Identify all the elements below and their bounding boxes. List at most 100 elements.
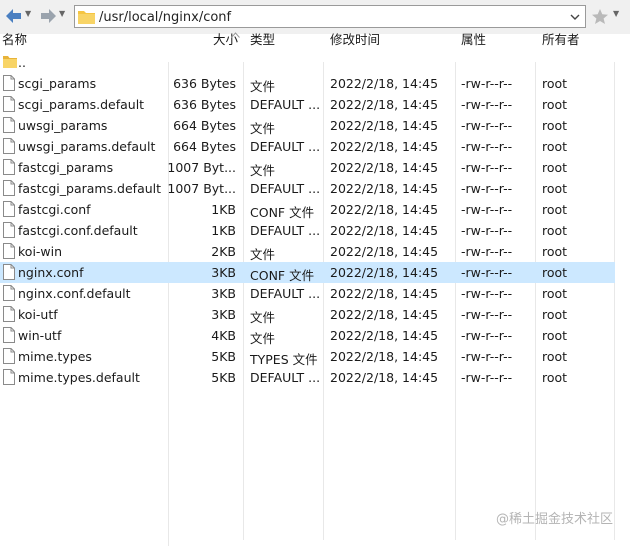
file-attributes: -rw-r--r--: [461, 160, 513, 175]
file-row[interactable]: koi-utf 3KB 文件 2022/2/18, 14:45 -rw-r--r-- ro…: [0, 304, 615, 325]
file-row[interactable]: mime.types 5KB TYPES 文件 2022/2/18, 14:45 -rw…: [0, 346, 615, 367]
file-row[interactable]: fastcgi_params.default 1007 Byt... DEFAULT…: [0, 178, 615, 199]
file-row[interactable]: nginx.conf.default 3KB DEFAULT ... 2022/2/1…: [0, 283, 615, 304]
watermark: @稀土掘金技术社区: [496, 512, 614, 527]
file-size: 5KB: [211, 370, 236, 385]
file-owner: root: [542, 181, 568, 196]
path-text: /usr/local/nginx/conf: [99, 10, 232, 25]
file-row[interactable]: win-utf 4KB 文件 2022/2/18, 14:45 -rw-r--r-- ro…: [0, 325, 615, 346]
file-modified: 2022/2/18, 14:45: [330, 265, 439, 280]
file-attributes: -rw-r--r--: [461, 370, 513, 385]
file-attributes: -rw-r--r--: [461, 349, 513, 364]
file-attributes: -rw-r--r--: [461, 307, 513, 322]
file-size: 3KB: [211, 286, 236, 301]
file-type: DEFAULT ...: [250, 223, 321, 238]
file-owner: root: [542, 328, 568, 343]
back-history-chevron-icon[interactable]: ▼: [25, 9, 31, 18]
file-size: 664 Bytes: [173, 139, 236, 154]
file-size: 1KB: [211, 202, 236, 217]
file-row[interactable]: scgi_params 636 Bytes 文件 2022/2/18, 14:45 -r…: [0, 73, 615, 94]
file-size: 1KB: [211, 223, 236, 238]
parent-directory-label: ..: [18, 55, 26, 70]
file-owner: root: [542, 76, 568, 91]
file-modified: 2022/2/18, 14:45: [330, 202, 439, 217]
file-modified: 2022/2/18, 14:45: [330, 223, 439, 238]
file-size: 636 Bytes: [173, 97, 236, 112]
file-row[interactable]: koi-win 2KB 文件 2022/2/18, 14:45 -rw-r--r-- ro…: [0, 241, 615, 262]
file-icon: [3, 201, 15, 217]
file-name: nginx.conf: [18, 265, 84, 280]
file-icon: [3, 96, 15, 112]
file-name: mime.types.default: [18, 370, 140, 385]
file-owner: root: [542, 202, 568, 217]
file-size: 664 Bytes: [173, 118, 236, 133]
file-attributes: -rw-r--r--: [461, 244, 513, 259]
file-attributes: -rw-r--r--: [461, 223, 513, 238]
sort-ascending-icon: [231, 26, 240, 38]
file-modified: 2022/2/18, 14:45: [330, 181, 439, 196]
file-name: fastcgi.conf: [18, 202, 91, 217]
file-owner: root: [542, 265, 568, 280]
file-type: CONF 文件: [250, 205, 315, 220]
file-owner: root: [542, 286, 568, 301]
file-name: fastcgi.conf.default: [18, 223, 138, 238]
chevron-down-icon[interactable]: [569, 11, 581, 23]
file-row[interactable]: fastcgi.conf 1KB CONF 文件 2022/2/18, 14:45 -r…: [0, 199, 615, 220]
file-icon: [3, 243, 15, 259]
file-type: 文件: [250, 163, 276, 178]
file-row[interactable]: fastcgi.conf.default 1KB DEFAULT ... 2022/2…: [0, 220, 615, 241]
file-owner: root: [542, 139, 568, 154]
file-icon: [3, 159, 15, 175]
file-owner: root: [542, 349, 568, 364]
parent-directory-row[interactable]: ..: [0, 52, 615, 73]
file-type: DEFAULT ...: [250, 139, 321, 154]
file-attributes: -rw-r--r--: [461, 76, 513, 91]
forward-history-chevron-icon[interactable]: ▼: [59, 9, 65, 18]
file-attributes: -rw-r--r--: [461, 139, 513, 154]
file-row[interactable]: uwsgi_params.default 664 Bytes DEFAULT ...…: [0, 136, 615, 157]
forward-arrow-icon[interactable]: [38, 6, 58, 26]
file-attributes: -rw-r--r--: [461, 181, 513, 196]
file-type: CONF 文件: [250, 268, 315, 283]
file-modified: 2022/2/18, 14:45: [330, 160, 439, 175]
file-attributes: -rw-r--r--: [461, 118, 513, 133]
file-name: win-utf: [18, 328, 62, 343]
path-input[interactable]: /usr/local/nginx/conf: [74, 5, 586, 28]
file-type: DEFAULT ...: [250, 370, 321, 385]
file-modified: 2022/2/18, 14:45: [330, 286, 439, 301]
file-size: 4KB: [211, 328, 236, 343]
file-owner: root: [542, 307, 568, 322]
file-modified: 2022/2/18, 14:45: [330, 118, 439, 133]
back-arrow-icon[interactable]: [4, 6, 24, 26]
star-icon[interactable]: [590, 7, 610, 27]
file-row[interactable]: fastcgi_params 1007 Byt... 文件 2022/2/18, 14…: [0, 157, 615, 178]
file-icon: [3, 138, 15, 154]
file-icon: [3, 264, 15, 280]
file-icon: [3, 285, 15, 301]
bookmark-chevron-icon[interactable]: ▼: [613, 9, 619, 18]
file-modified: 2022/2/18, 14:45: [330, 76, 439, 91]
file-icon: [3, 306, 15, 322]
file-size: 3KB: [211, 265, 236, 280]
file-attributes: -rw-r--r--: [461, 286, 513, 301]
file-size: 5KB: [211, 349, 236, 364]
file-attributes: -rw-r--r--: [461, 97, 513, 112]
file-type: 文件: [250, 121, 276, 136]
file-name: uwsgi_params: [18, 118, 108, 133]
file-row[interactable]: mime.types.default 5KB DEFAULT ... 2022/2/1…: [0, 367, 615, 388]
file-icon: [3, 369, 15, 385]
file-row[interactable]: nginx.conf 3KB CONF 文件 2022/2/18, 14:45 -rw-…: [0, 262, 615, 283]
file-name: scgi_params: [18, 76, 97, 91]
file-icon: [3, 348, 15, 364]
file-modified: 2022/2/18, 14:45: [330, 244, 439, 259]
file-attributes: -rw-r--r--: [461, 328, 513, 343]
file-type: DEFAULT ...: [250, 181, 321, 196]
file-modified: 2022/2/18, 14:45: [330, 139, 439, 154]
file-modified: 2022/2/18, 14:45: [330, 307, 439, 322]
file-row[interactable]: scgi_params.default 636 Bytes DEFAULT ... 2…: [0, 94, 615, 115]
file-name: fastcgi_params: [18, 160, 114, 175]
file-owner: root: [542, 223, 568, 238]
file-size: 1007 Byt...: [167, 160, 236, 175]
file-row[interactable]: uwsgi_params 664 Bytes 文件 2022/2/18, 14:45 -…: [0, 115, 615, 136]
file-modified: 2022/2/18, 14:45: [330, 349, 439, 364]
